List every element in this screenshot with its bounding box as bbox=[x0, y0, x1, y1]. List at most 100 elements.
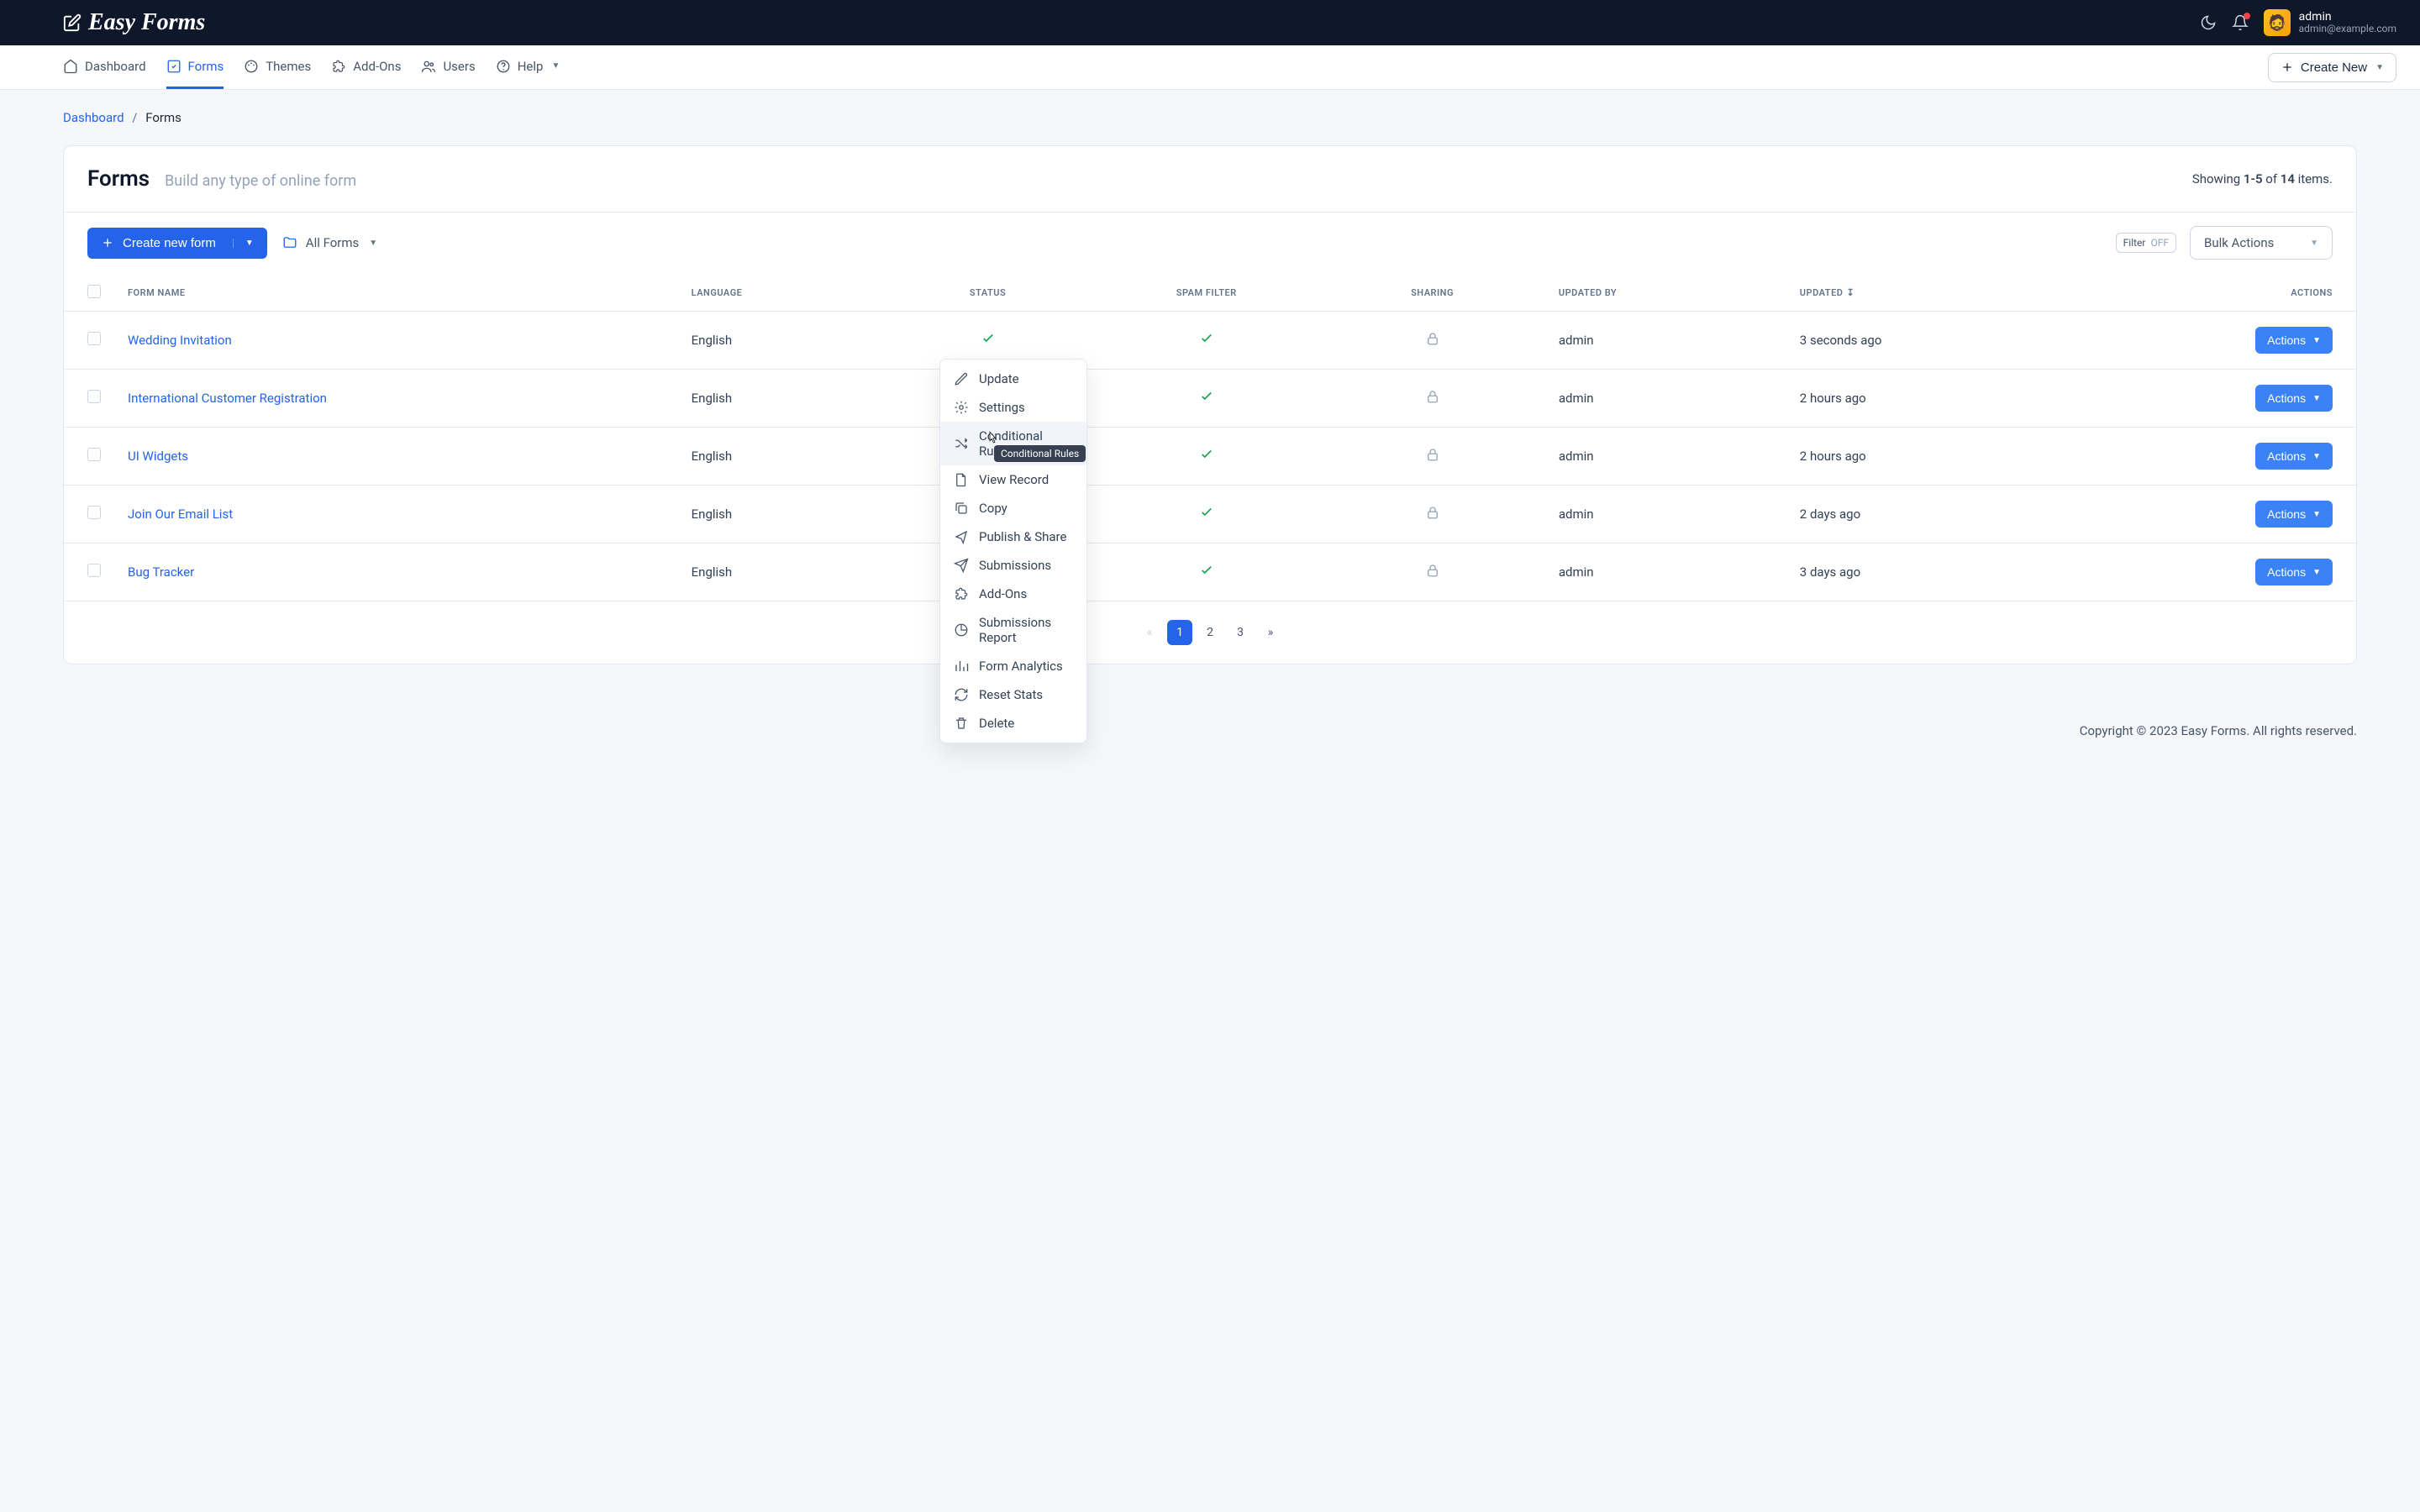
breadcrumb: Dashboard / Forms bbox=[63, 110, 2357, 125]
row-updated-by: admin bbox=[1535, 428, 1776, 486]
row-language: English bbox=[668, 428, 892, 486]
page-title: Forms bbox=[87, 166, 150, 192]
table-row: Wedding InvitationEnglishadmin3 seconds … bbox=[64, 312, 2356, 370]
user-name: admin bbox=[2299, 10, 2396, 24]
nav-addons[interactable]: Add-Ons bbox=[331, 45, 401, 89]
moon-icon bbox=[2200, 14, 2217, 31]
row-actions-button[interactable]: Actions▼ bbox=[2255, 443, 2333, 470]
forms-card: Forms Build any type of online form Show… bbox=[63, 145, 2357, 664]
chevron-down-icon: ▼ bbox=[2312, 452, 2321, 461]
share-icon bbox=[954, 529, 969, 544]
row-updated-by: admin bbox=[1535, 486, 1776, 543]
col-name[interactable]: FORM NAME bbox=[104, 273, 668, 312]
chart-icon bbox=[954, 622, 969, 638]
sort-desc-icon: ↧ bbox=[1846, 287, 1854, 298]
logo[interactable]: Easy Forms bbox=[63, 9, 205, 36]
create-new-button[interactable]: Create New ▼ bbox=[2268, 53, 2396, 82]
puzzle-icon bbox=[331, 59, 346, 74]
filter-toggle[interactable]: Filter OFF bbox=[2116, 233, 2176, 253]
send-icon bbox=[954, 558, 969, 573]
form-link[interactable]: International Customer Registration bbox=[128, 391, 327, 406]
form-link[interactable]: Wedding Invitation bbox=[128, 333, 232, 348]
nav-help[interactable]: Help▼ bbox=[496, 45, 560, 89]
nav-forms[interactable]: Forms bbox=[166, 45, 224, 89]
dropdown-item[interactable]: Update bbox=[940, 365, 1086, 393]
page-3[interactable]: 3 bbox=[1228, 620, 1253, 645]
user-menu[interactable]: 🧔 admin admin@example.com bbox=[2264, 9, 2396, 36]
check-icon bbox=[1199, 447, 1214, 462]
row-updated: 2 hours ago bbox=[1776, 428, 2072, 486]
select-all-checkbox[interactable] bbox=[87, 285, 101, 298]
table-row: International Customer Registration Engli… bbox=[64, 370, 2356, 428]
row-updated-by: admin bbox=[1535, 312, 1776, 370]
col-updated[interactable]: UPDATED↧ bbox=[1776, 273, 2072, 312]
folder-icon bbox=[282, 235, 297, 250]
nav-users[interactable]: Users bbox=[421, 45, 475, 89]
form-link[interactable]: Join Our Email List bbox=[128, 507, 233, 522]
page-1[interactable]: 1 bbox=[1167, 620, 1192, 645]
nav-themes[interactable]: Themes bbox=[244, 45, 311, 89]
dropdown-item[interactable]: Reset Stats bbox=[940, 680, 1086, 709]
chevron-down-icon: ▼ bbox=[2312, 510, 2321, 519]
col-updated-by[interactable]: UPDATED BY bbox=[1535, 273, 1776, 312]
create-form-button[interactable]: Create new form ▼ bbox=[87, 228, 267, 259]
page-prev[interactable]: « bbox=[1137, 620, 1162, 645]
notification-badge bbox=[2244, 13, 2250, 19]
dropdown-item[interactable]: Form Analytics bbox=[940, 652, 1086, 680]
results-count: Showing 1-5 of 14 items. bbox=[2192, 171, 2333, 186]
dropdown-item[interactable]: Submissions bbox=[940, 551, 1086, 580]
row-checkbox[interactable] bbox=[87, 390, 101, 403]
dark-mode-toggle[interactable] bbox=[2200, 14, 2217, 31]
dropdown-item[interactable]: Add-Ons bbox=[940, 580, 1086, 608]
row-actions-button[interactable]: Actions▼ bbox=[2255, 559, 2333, 585]
nav-dashboard[interactable]: Dashboard bbox=[63, 45, 146, 89]
row-checkbox[interactable] bbox=[87, 564, 101, 577]
bulk-actions-select[interactable]: Bulk Actions ▼ bbox=[2190, 226, 2333, 260]
dropdown-item[interactable]: Submissions Report bbox=[940, 608, 1086, 652]
topbar: Easy Forms 🧔 admin admin@example.com bbox=[0, 0, 2420, 45]
form-link[interactable]: UI Widgets bbox=[128, 449, 188, 464]
row-checkbox[interactable] bbox=[87, 332, 101, 345]
row-actions-button[interactable]: Actions▼ bbox=[2255, 327, 2333, 354]
refresh-icon bbox=[954, 687, 969, 702]
row-updated: 2 days ago bbox=[1776, 486, 2072, 543]
footer-copyright: Copyright © 2023 Easy Forms. All rights … bbox=[0, 715, 2420, 764]
help-icon bbox=[496, 59, 511, 74]
row-sharing bbox=[1329, 543, 1535, 601]
page-next[interactable]: » bbox=[1258, 620, 1283, 645]
col-status[interactable]: STATUS bbox=[892, 273, 1083, 312]
form-icon bbox=[166, 59, 182, 74]
check-icon bbox=[1199, 563, 1214, 578]
breadcrumb-root[interactable]: Dashboard bbox=[63, 110, 124, 125]
col-sharing[interactable]: SHARING bbox=[1329, 273, 1535, 312]
check-icon bbox=[981, 331, 996, 346]
col-language[interactable]: LANGUAGE bbox=[668, 273, 892, 312]
col-spam[interactable]: SPAM FILTER bbox=[1083, 273, 1329, 312]
row-actions-button[interactable]: Actions▼ bbox=[2255, 385, 2333, 412]
avatar: 🧔 bbox=[2264, 9, 2291, 36]
palette-icon bbox=[244, 59, 259, 74]
row-language: English bbox=[668, 370, 892, 428]
dropdown-item[interactable]: Publish & Share bbox=[940, 522, 1086, 551]
dropdown-item[interactable]: Copy bbox=[940, 494, 1086, 522]
dropdown-item[interactable]: Delete bbox=[940, 709, 1086, 738]
table-row: UI Widgets English admin2 hours ago Actions… bbox=[64, 428, 2356, 486]
dropdown-item[interactable]: View Record bbox=[940, 465, 1086, 494]
plus-icon bbox=[101, 236, 114, 249]
breadcrumb-current: Forms bbox=[145, 110, 182, 125]
row-checkbox[interactable] bbox=[87, 506, 101, 519]
page-2[interactable]: 2 bbox=[1197, 620, 1223, 645]
lock-icon bbox=[1425, 331, 1440, 346]
table-row: Bug TrackerEnglishadmin3 days agoActions… bbox=[64, 543, 2356, 601]
navbar: Dashboard Forms Themes Add-Ons Users Hel… bbox=[0, 45, 2420, 90]
notifications-button[interactable] bbox=[2232, 14, 2249, 31]
row-checkbox[interactable] bbox=[87, 448, 101, 461]
form-link[interactable]: Bug Tracker bbox=[128, 564, 194, 580]
gear-icon bbox=[954, 400, 969, 415]
lock-icon bbox=[1425, 447, 1440, 462]
row-updated: 2 hours ago bbox=[1776, 370, 2072, 428]
dropdown-item[interactable]: Settings bbox=[940, 393, 1086, 422]
actions-dropdown: UpdateSettingsConditional RulesView Reco… bbox=[939, 359, 1087, 743]
folder-selector[interactable]: All Forms ▼ bbox=[282, 235, 377, 250]
row-actions-button[interactable]: Actions▼ bbox=[2255, 501, 2333, 528]
